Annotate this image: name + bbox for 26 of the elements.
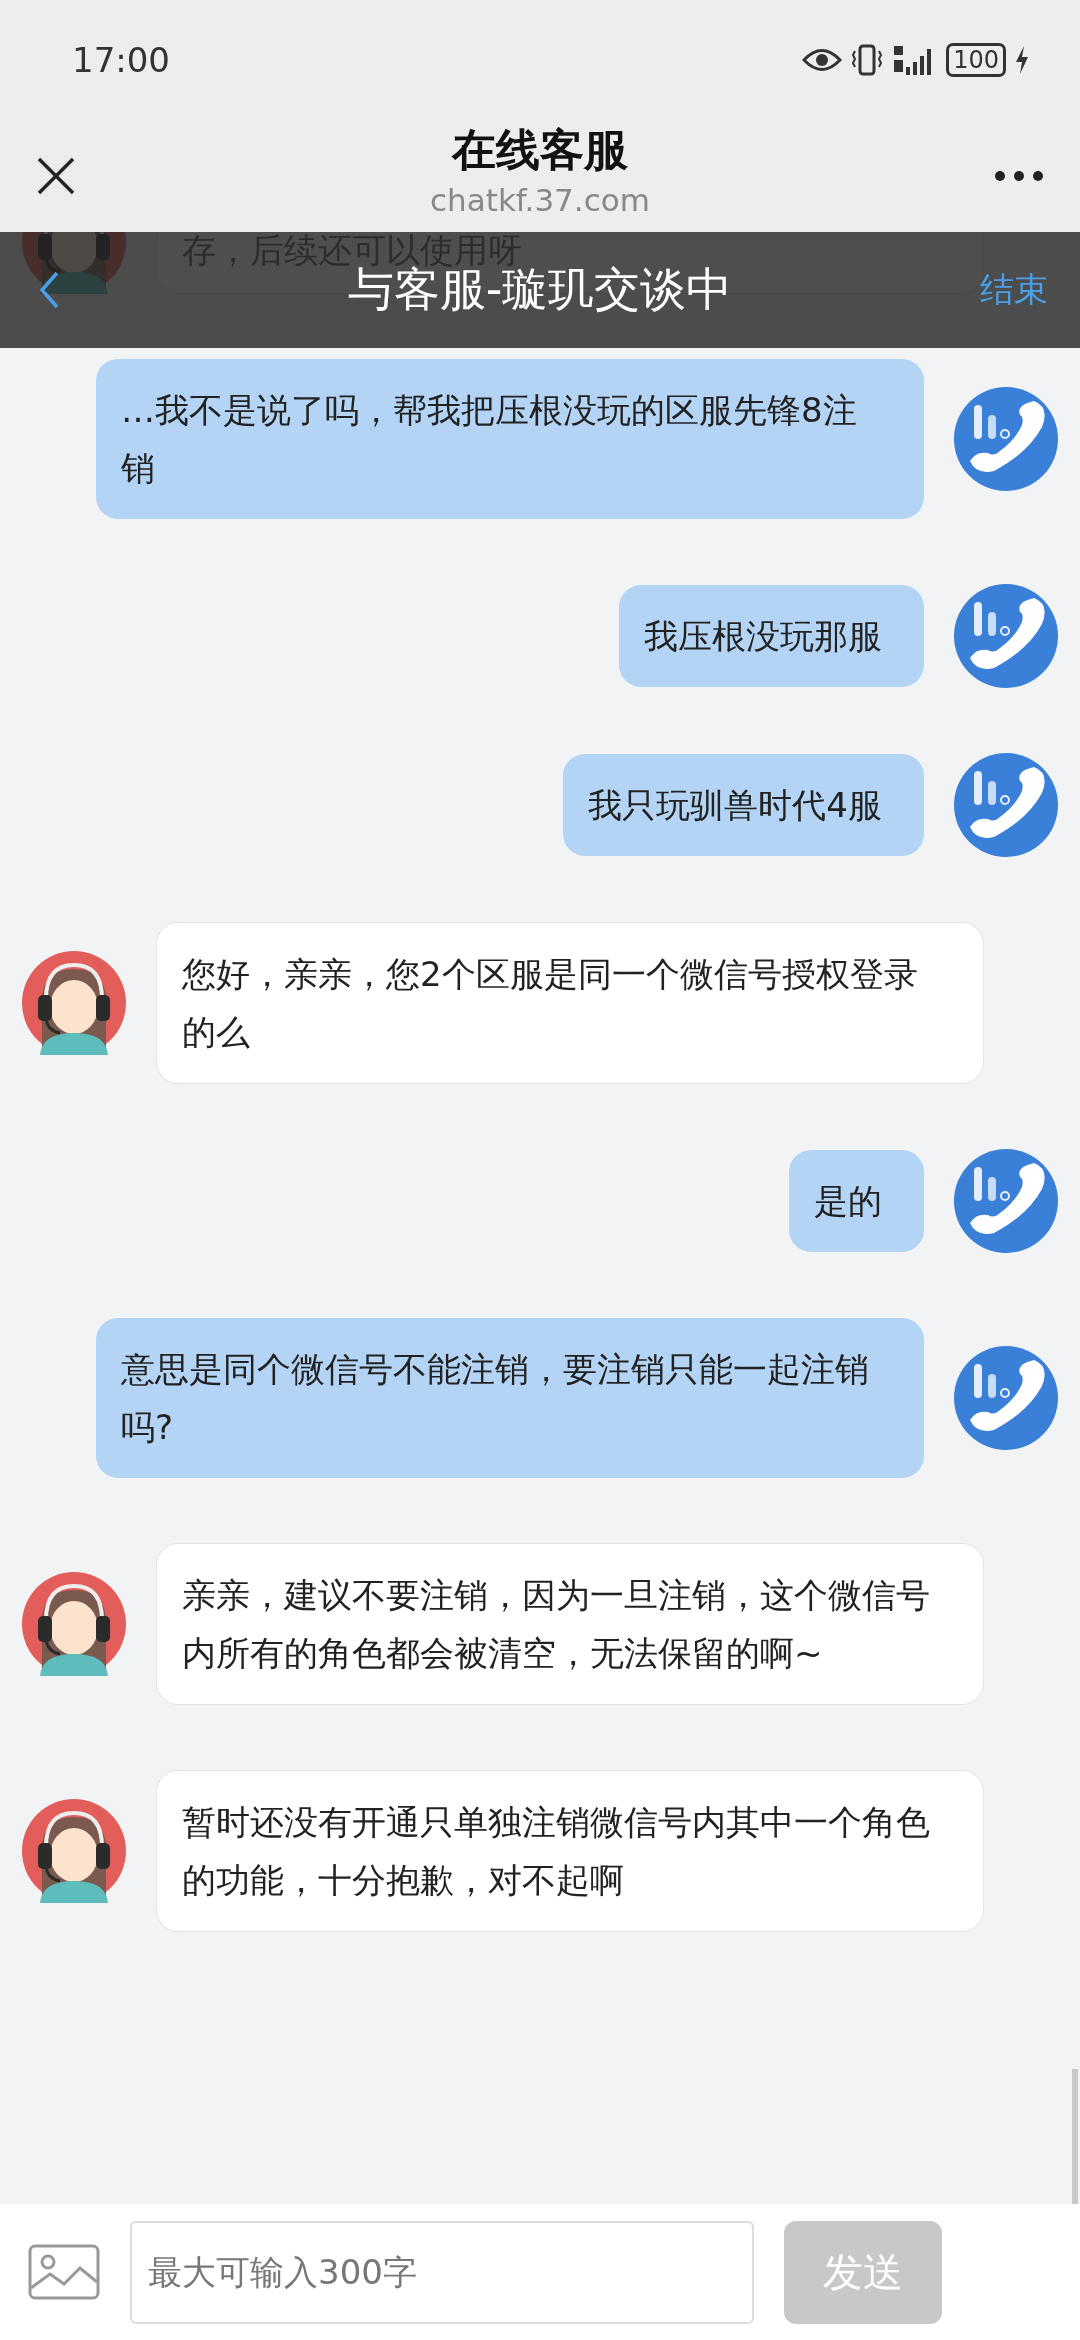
user-message: 我只玩驯兽时代4服 [563, 754, 924, 856]
agent-message: 亲亲，建议不要注销，因为一旦注销，这个微信号内所有的角色都会被清空，无法保留的啊~ [156, 1543, 984, 1705]
page-title: 在线客服 [452, 123, 628, 177]
image-icon[interactable] [28, 2244, 100, 2300]
user-message: 我压根没玩那服 [619, 585, 924, 687]
phone-avatar-icon [954, 1346, 1058, 1450]
eye-icon [802, 47, 843, 73]
phone-avatar-icon [954, 387, 1058, 491]
agent-message: 您好，亲亲，您2个区服是同一个微信号授权登录的么 [156, 922, 984, 1084]
user-message: 意思是同个微信号不能注销，要注销只能一起注销吗? [96, 1318, 924, 1478]
battery-icon: 100 [946, 43, 1006, 77]
charging-icon [1014, 45, 1030, 75]
agent-message: 暂时还没有开通只单独注销微信号内其中一个角色的功能，十分抱歉，对不起啊 [156, 1770, 984, 1932]
end-chat-link[interactable]: 结束 [980, 267, 1048, 313]
user-message: 是的 [789, 1150, 924, 1252]
user-message: …我不是说了吗，帮我把压根没玩的区服先锋8注销 [96, 359, 924, 519]
close-icon[interactable] [36, 156, 76, 196]
phone-avatar-icon [954, 584, 1058, 688]
back-icon[interactable] [38, 270, 60, 310]
vibrate-icon [850, 43, 885, 77]
phone-avatar-icon [954, 753, 1058, 857]
phone-avatar-icon [954, 1149, 1058, 1253]
page-url: chatkf.37.com [430, 181, 650, 220]
more-icon[interactable] [994, 170, 1044, 182]
status-time: 17:00 [72, 40, 170, 80]
message-input-field[interactable]: 最大可输入300字 [130, 2220, 754, 2324]
